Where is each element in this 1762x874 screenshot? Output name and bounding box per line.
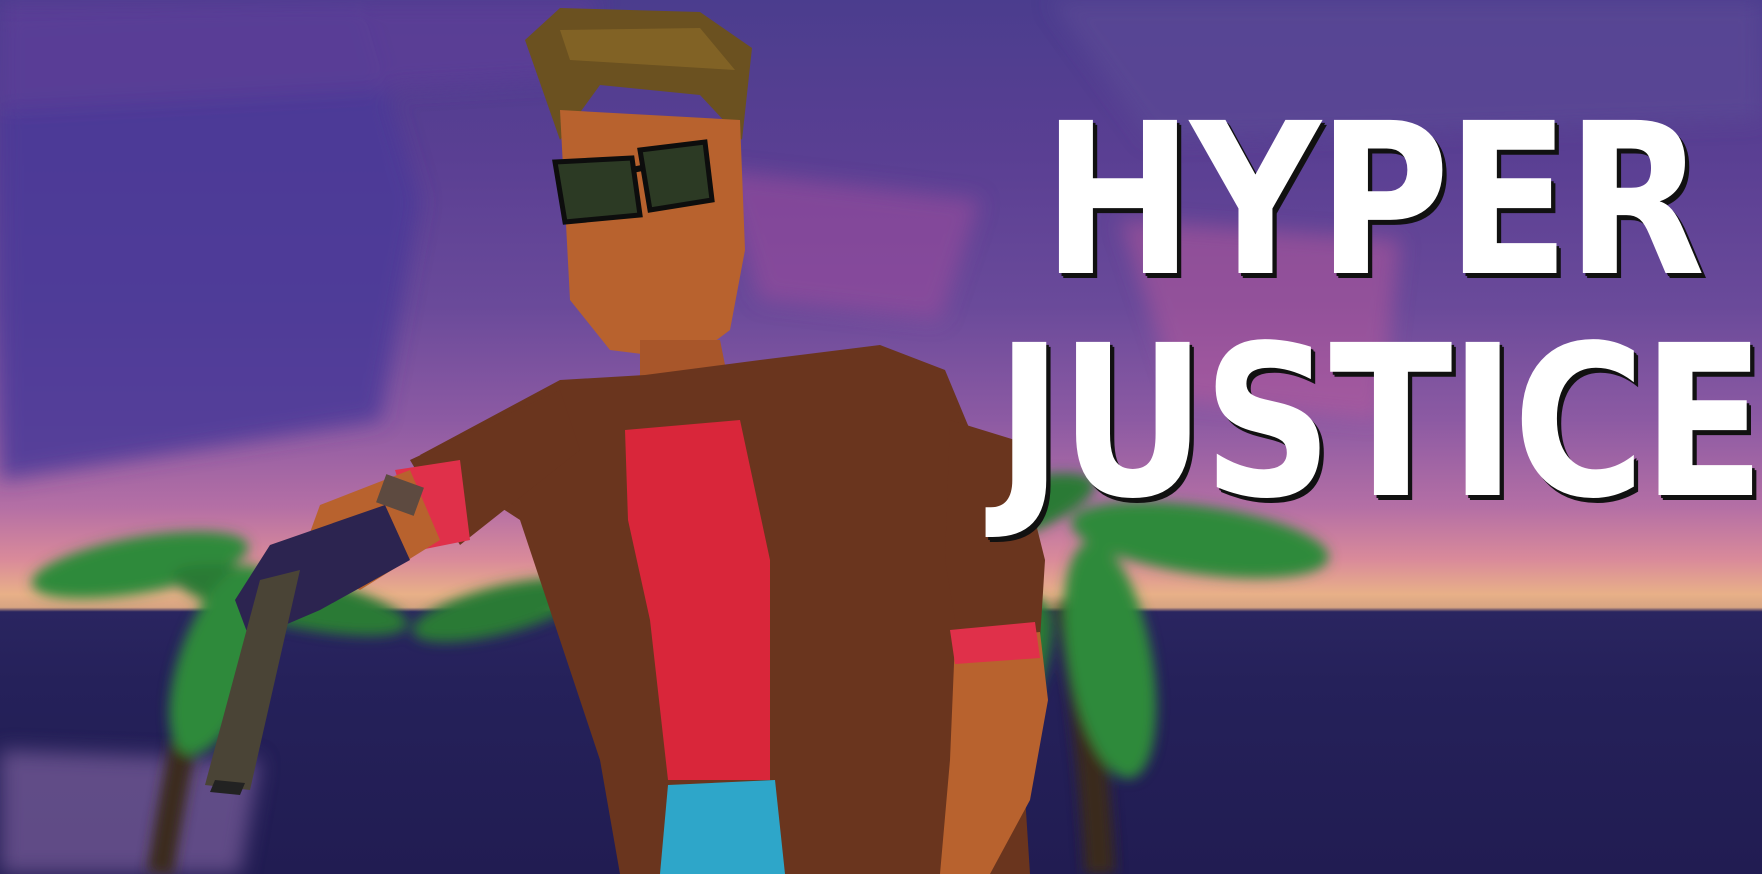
game-title-line-2: JUSTICE [995,300,1762,545]
game-title-line-1: HYPER [1042,78,1705,323]
game-title-screen: HYPER JUSTICE [0,0,1762,874]
